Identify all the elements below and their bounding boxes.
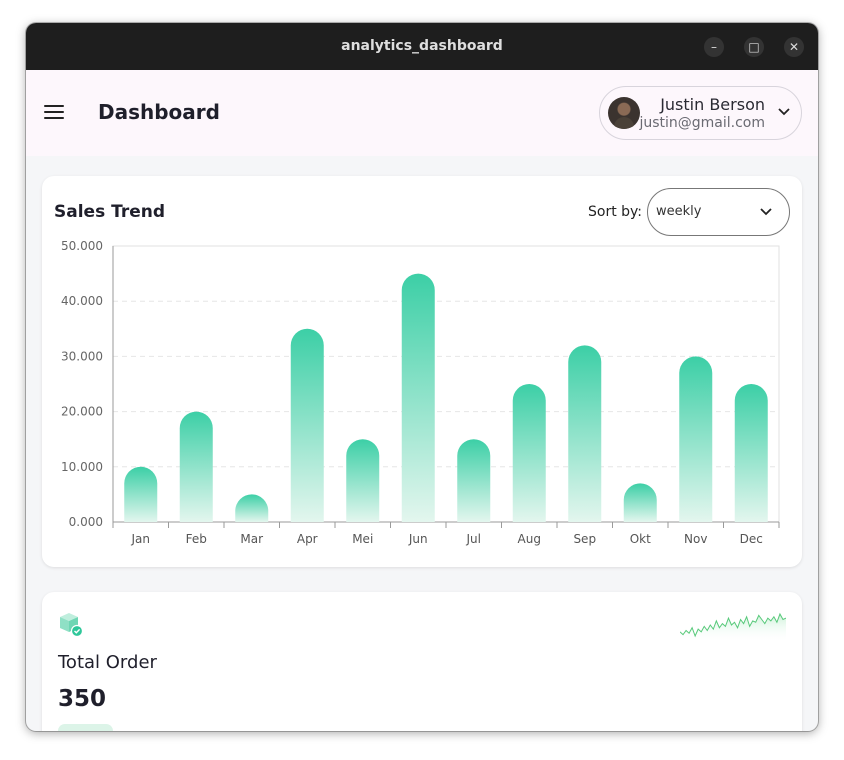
change-badge xyxy=(58,724,113,731)
bar-apr xyxy=(290,328,324,522)
window-title: analytics_dashboard xyxy=(341,38,503,54)
chevron-down-icon xyxy=(778,108,790,116)
sales-trend-card: Sales Trend Sort by: weekly 0.000 10.000 2… xyxy=(42,176,802,567)
x-tick-label: Feb xyxy=(186,532,207,546)
x-tick-label: Okt xyxy=(630,532,651,546)
y-tick-label: 10.000 xyxy=(61,460,103,474)
x-tick-label: Mar xyxy=(240,532,263,546)
bar-aug xyxy=(512,384,546,522)
y-tick-label: 0.000 xyxy=(69,515,103,529)
sparkline-area xyxy=(680,614,786,642)
x-tick-label: Nov xyxy=(684,532,707,546)
bar-jul xyxy=(457,439,491,522)
y-tick-label: 30.000 xyxy=(61,349,103,363)
bar-okt xyxy=(623,483,657,522)
x-tick-label: Jun xyxy=(408,532,428,546)
bar-feb xyxy=(179,411,213,522)
title-bar: analytics_dashboard – □ ✕ xyxy=(26,23,818,70)
hamburger-menu-icon[interactable] xyxy=(44,105,64,121)
x-tick-label: Apr xyxy=(297,532,318,546)
user-name: Justin Berson xyxy=(660,95,765,114)
plot-frame xyxy=(112,245,780,523)
user-email: justin@gmail.com xyxy=(639,115,765,131)
box-check-icon xyxy=(60,613,83,638)
maximize-button[interactable]: □ xyxy=(744,37,764,57)
minimize-button[interactable]: – xyxy=(704,37,724,57)
x-tick-label: Mei xyxy=(352,532,373,546)
total-order-label: Total Order xyxy=(58,652,157,673)
bar-nov xyxy=(679,356,713,522)
x-tick-label: Sep xyxy=(573,532,596,546)
total-order-card: Total Order 350 xyxy=(42,592,802,731)
bar-jan xyxy=(124,466,158,522)
page-title: Dashboard xyxy=(98,100,220,124)
bar-dec xyxy=(734,384,768,522)
bar-mar xyxy=(235,494,269,522)
close-button[interactable]: ✕ xyxy=(784,37,804,57)
sales-bar-chart: 0.000 10.000 20.000 30.000 40.000 50.000 Jan Fe… xyxy=(61,239,780,546)
x-tick-label: Jan xyxy=(131,532,151,546)
total-order-value: 350 xyxy=(58,686,107,712)
x-tick-label: Dec xyxy=(740,532,763,546)
y-tick-label: 20.000 xyxy=(61,405,103,419)
bar-sep xyxy=(568,345,602,522)
user-profile-button[interactable]: Justin Berson justin@gmail.com xyxy=(599,86,802,140)
avatar xyxy=(608,97,640,129)
order-sparkline xyxy=(680,612,786,642)
bar-jun xyxy=(401,273,435,522)
y-tick-label: 40.000 xyxy=(61,294,103,308)
app-bar: Dashboard Justin Berson justin@gmail.com xyxy=(26,70,818,156)
x-tick-label: Jul xyxy=(466,532,481,546)
y-tick-label: 50.000 xyxy=(61,239,103,253)
x-tick-label: Aug xyxy=(518,532,541,546)
app-window: analytics_dashboard – □ ✕ Dashboard Just… xyxy=(26,23,818,731)
bar-mei xyxy=(346,439,380,522)
